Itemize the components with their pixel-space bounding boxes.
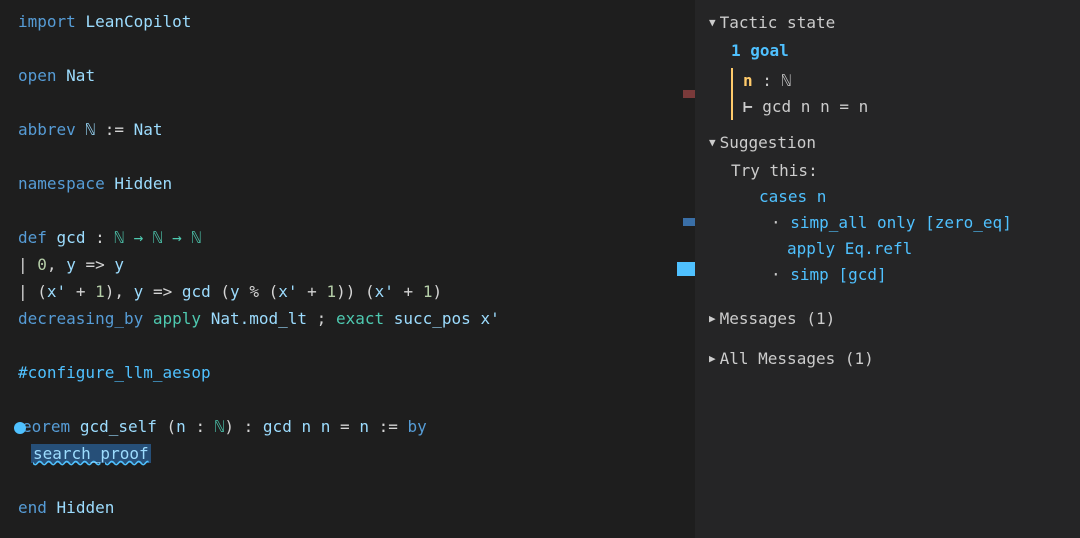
code-line[interactable]: decreasing_by apply Nat.mod_lt ; exact s… xyxy=(18,305,695,332)
comma: , xyxy=(47,255,57,274)
tactic-state-label: Tactic state xyxy=(720,10,836,36)
suggestion-link[interactable]: simp_all only [zero_eq] xyxy=(790,213,1012,232)
module-name: LeanCopilot xyxy=(85,12,191,31)
minimap-mark-icon xyxy=(683,218,695,226)
suggestion-body: Try this: cases n · simp_all only [zero_… xyxy=(709,156,1074,300)
minimap-mark-icon xyxy=(683,90,695,98)
keyword-def: def xyxy=(18,228,47,247)
code-line[interactable]: open Nat xyxy=(18,62,695,89)
colon: : xyxy=(95,228,105,247)
suggestion-header[interactable]: ▼Suggestion xyxy=(709,130,1074,156)
minimap-scrollbar[interactable] xyxy=(673,0,695,538)
abbrev-rhs: Nat xyxy=(134,120,163,139)
code-line[interactable]: eorem gcd_self (n : ℕ) : gcd n n = n := … xyxy=(18,413,695,440)
all-messages-label: All Messages (1) xyxy=(720,346,874,372)
namespace-name: Hidden xyxy=(114,174,172,193)
code-line[interactable]: def gcd : ℕ → ℕ → ℕ xyxy=(18,224,695,251)
def-name: gcd xyxy=(57,228,86,247)
infoview-panel: ▼Tactic state 1 goal n : ℕ ⊢ gcd n n = n… xyxy=(695,0,1080,538)
bullet-icon: · xyxy=(771,213,790,232)
try-this-label: Try this: xyxy=(731,158,1074,184)
code-line[interactable]: abbrev ℕ := Nat xyxy=(18,116,695,143)
keyword-namespace: namespace xyxy=(18,174,105,193)
def-sig: ℕ → ℕ → ℕ xyxy=(114,228,201,247)
rhs-y: y xyxy=(114,255,124,274)
suggestion-label: Suggestion xyxy=(720,130,816,156)
bar: | xyxy=(18,255,28,274)
coloneq: := xyxy=(105,120,124,139)
tactic-state-header[interactable]: ▼Tactic state xyxy=(709,10,1074,36)
keyword-open: open xyxy=(18,66,57,85)
code-line-blank[interactable] xyxy=(18,89,695,116)
triangle-down-icon: ▼ xyxy=(709,10,716,36)
search-proof-tactic[interactable]: search_proof xyxy=(31,444,151,463)
goal-body: 1 goal n : ℕ ⊢ gcd n n = n xyxy=(709,36,1074,130)
code-line-blank[interactable] xyxy=(18,197,695,224)
code-line[interactable]: end Hidden xyxy=(18,494,695,521)
code-line[interactable]: import LeanCopilot xyxy=(18,8,695,35)
hash-command: #configure_llm_aesop xyxy=(18,363,211,382)
bullet-icon: · xyxy=(771,265,790,284)
goal-target: ⊢ gcd n n = n xyxy=(731,94,1074,120)
goal-hypothesis: n : ℕ xyxy=(731,68,1074,94)
keyword-abbrev: abbrev xyxy=(18,120,76,139)
zero: 0 xyxy=(37,255,47,274)
code-line-blank[interactable] xyxy=(18,35,695,62)
cursor-indicator-icon xyxy=(14,422,26,434)
code-line-blank[interactable] xyxy=(18,143,695,170)
code-line[interactable]: namespace Hidden xyxy=(18,170,695,197)
code-line[interactable]: search_proof xyxy=(18,440,695,467)
code-editor[interactable]: import LeanCopilot open Nat abbrev ℕ := … xyxy=(0,0,695,538)
messages-label: Messages (1) xyxy=(720,306,836,332)
code-line-blank[interactable] xyxy=(18,332,695,359)
minimap-cursor-icon xyxy=(677,262,695,276)
namespace-name: Nat xyxy=(66,66,95,85)
code-line-blank[interactable] xyxy=(18,467,695,494)
arrow: => xyxy=(85,255,104,274)
goal-count: 1 goal xyxy=(731,38,1074,64)
code-line[interactable]: #configure_llm_aesop xyxy=(18,359,695,386)
suggestion-link[interactable]: simp [gcd] xyxy=(790,265,886,284)
triangle-right-icon: ▶ xyxy=(709,346,716,372)
all-messages-header[interactable]: ▶All Messages (1) xyxy=(709,346,1074,372)
messages-header[interactable]: ▶Messages (1) xyxy=(709,306,1074,332)
abbrev-name: ℕ xyxy=(85,120,95,139)
code-line[interactable]: | 0, y => y xyxy=(18,251,695,278)
keyword-import: import xyxy=(18,12,76,31)
triangle-down-icon: ▼ xyxy=(709,130,716,156)
suggestion-link[interactable]: apply Eq.refl xyxy=(787,239,912,258)
triangle-right-icon: ▶ xyxy=(709,306,716,332)
suggestion-link[interactable]: cases n xyxy=(759,187,826,206)
code-line-blank[interactable] xyxy=(18,386,695,413)
pat-y: y xyxy=(66,255,76,274)
code-line[interactable]: | (x' + 1), y => gcd (y % (x' + 1)) (x' … xyxy=(18,278,695,305)
